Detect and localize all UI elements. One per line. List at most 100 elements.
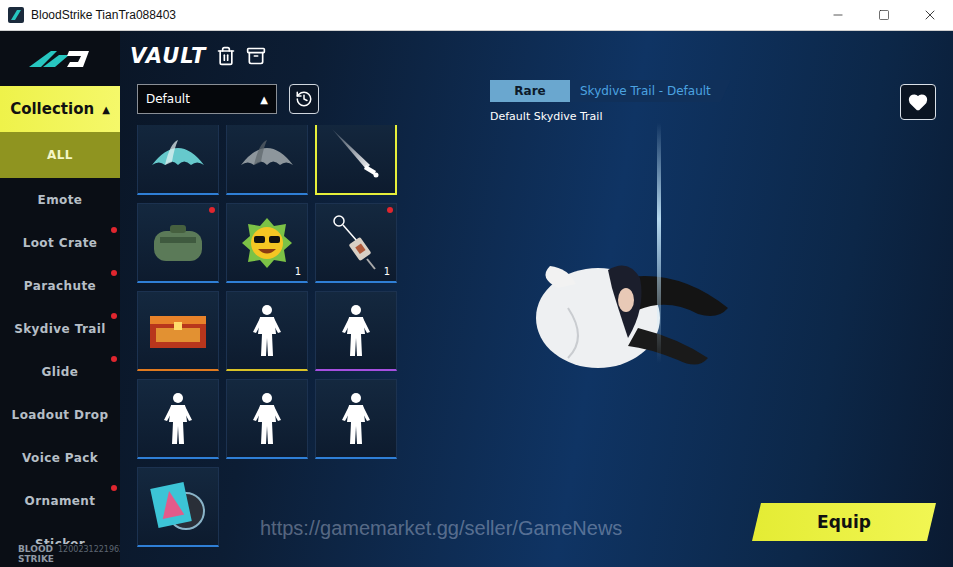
item-tile[interactable]	[315, 379, 397, 459]
nav-list: ALL Emote Loot Crate Parachute Skydive Trail…	[0, 132, 120, 567]
equip-row: Equip	[490, 503, 936, 541]
sidebar-item-label: Ornament	[25, 494, 96, 508]
footer-id: 1200231221962075704211316	[58, 545, 120, 554]
sidebar-item[interactable]: Glide	[0, 350, 120, 393]
item-tile[interactable]	[226, 125, 308, 195]
filter-row: Default ▲	[130, 84, 480, 114]
window: BloodStrike TianTra088403 Collection▲ALL E…	[0, 0, 953, 567]
sidebar-item-label: Emote	[38, 193, 83, 207]
sidebar-item[interactable]: ALL	[0, 132, 120, 178]
sidebar-item-label: Loot Crate	[23, 236, 98, 250]
title-bar: BloodStrike TianTra088403	[0, 0, 953, 31]
loot-crate-icon	[148, 310, 208, 352]
new-dot	[111, 270, 117, 276]
emote-icon	[247, 304, 287, 358]
category-badge: Skydive Trail - Default	[570, 80, 731, 102]
sidebar-item[interactable]: Skydive Trail	[0, 307, 120, 350]
trash-icon	[216, 46, 236, 66]
item-tile[interactable]	[226, 379, 308, 459]
parachute-icon	[237, 135, 297, 175]
item-tile[interactable]: 1	[226, 203, 308, 283]
sidebar-item-label: Glide	[42, 365, 79, 379]
sidebar-item-label: Parachute	[24, 279, 96, 293]
storage-button[interactable]	[246, 46, 266, 66]
history-icon	[295, 90, 313, 108]
vault-title: VAULT	[130, 44, 206, 68]
item-tile[interactable]	[315, 291, 397, 371]
new-dot	[209, 207, 215, 213]
new-dot	[111, 313, 117, 319]
new-dot	[111, 485, 117, 491]
favorite-button[interactable]	[900, 84, 936, 120]
new-dot	[111, 356, 117, 362]
sidebar: Collection▲ALL Emote Loot Crate Parachute Sk…	[0, 31, 120, 567]
badge-row: RareSkydive Trail - Default	[490, 80, 731, 102]
game-logo-icon	[29, 49, 91, 69]
item-grid-viewport: 11	[130, 125, 480, 567]
new-dot	[111, 227, 117, 233]
footer: BLOOD STRIKE 1200231221962075704211316	[18, 544, 120, 564]
arrow: ▲	[260, 94, 268, 105]
maximize-button[interactable]	[861, 0, 907, 30]
parachute-icon	[148, 135, 208, 175]
close-button[interactable]	[907, 0, 953, 30]
sidebar-item[interactable]: Emote	[0, 178, 120, 221]
sidebar-item-label: Loadout Drop	[12, 408, 109, 422]
hook-icon	[329, 213, 383, 273]
item-count: 1	[295, 266, 301, 277]
sidebar-item[interactable]: Parachute	[0, 264, 120, 307]
item-tile[interactable]	[137, 467, 219, 547]
emote-icon	[247, 392, 287, 446]
sidebar-item[interactable]: Ornament	[0, 479, 120, 522]
history-button[interactable]	[289, 84, 319, 114]
item-name: Default Skydive Trail	[490, 110, 731, 123]
app-icon	[8, 7, 24, 23]
logo-area	[0, 31, 120, 86]
item-tile[interactable]	[137, 125, 219, 195]
storage-icon	[246, 46, 266, 66]
detail-panel: RareSkydive Trail - Default Default Skydi…	[480, 31, 953, 567]
collection-header[interactable]: Collection▲	[0, 86, 120, 132]
loading-card-icon	[148, 477, 208, 537]
minimize-button[interactable]	[815, 0, 861, 30]
item-tile[interactable]	[315, 125, 397, 195]
delete-button[interactable]	[216, 46, 236, 66]
detail-header: RareSkydive Trail - Default Default Skydi…	[490, 80, 936, 123]
item-tile[interactable]: 1	[315, 203, 397, 283]
character-preview	[490, 123, 936, 503]
emote-icon	[158, 392, 198, 446]
maximize-icon	[878, 9, 890, 21]
equip-label: Equip	[817, 512, 871, 532]
window-title: BloodStrike TianTra088403	[24, 8, 815, 22]
equip-button[interactable]: Equip	[752, 503, 936, 541]
filter-value: Default	[146, 92, 190, 106]
item-count: 1	[384, 266, 390, 277]
emote-icon	[336, 304, 376, 358]
emote-icon	[336, 392, 376, 446]
vault-column: VAULTDefault▲11	[120, 31, 480, 567]
item-tile[interactable]	[137, 291, 219, 371]
rarity-badge: Rare	[490, 80, 570, 102]
item-grid: 11	[137, 125, 480, 547]
sidebar-item[interactable]: Loot Crate	[0, 221, 120, 264]
item-tile[interactable]	[137, 379, 219, 459]
arrow: ▲	[102, 104, 110, 115]
character-model-icon	[528, 248, 738, 378]
close-icon	[922, 7, 938, 23]
game-screen: Collection▲ALL Emote Loot Crate Parachute Sk…	[0, 31, 953, 567]
skydive-trail-icon	[326, 125, 386, 185]
sidebar-item[interactable]: Voice Pack	[0, 436, 120, 479]
sidebar-item[interactable]: Loadout Drop	[0, 393, 120, 436]
sidebar-item-label: Voice Pack	[22, 451, 98, 465]
sticker-icon	[240, 216, 294, 270]
item-tile[interactable]	[137, 203, 219, 283]
footer-brand: BLOOD STRIKE	[18, 544, 54, 564]
item-tile[interactable]	[226, 291, 308, 371]
bag-icon	[150, 221, 206, 265]
light-beam	[657, 123, 661, 363]
watermark: https://gamemarket.gg/seller/GameNews	[260, 517, 622, 540]
heart-icon	[908, 92, 928, 112]
filter-dropdown[interactable]: Default ▲	[137, 84, 277, 114]
new-dot	[387, 207, 393, 213]
minimize-icon	[831, 8, 845, 22]
